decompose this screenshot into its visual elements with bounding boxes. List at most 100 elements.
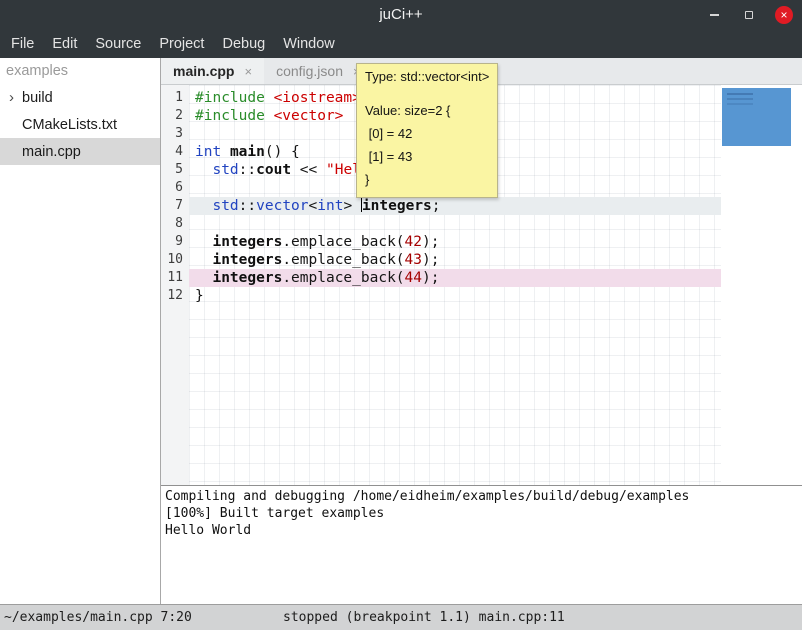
line-number-3[interactable]: 3 [161,125,189,143]
code-token [195,234,212,250]
sidebar: examples ›buildCMakeLists.txtmain.cpp [0,58,161,604]
minimize-button[interactable] [705,6,723,24]
line-number-11[interactable]: 11 [161,269,189,287]
code-token: .emplace_back( [282,270,404,286]
close-icon: × [780,9,787,21]
code-token: int [317,198,343,214]
code-token: integers [212,270,282,286]
code-token: :: [239,162,256,178]
line-number-2[interactable]: 2 [161,107,189,125]
tooltip-value-block: Value: size=2 { [0] = 42 [1] = 43 } [365,99,489,191]
terminal-line: [100%] Built target examples [165,505,798,522]
sidebar-item-main-cpp[interactable]: main.cpp [0,138,160,165]
code-token: < [309,198,318,214]
code-token [195,162,212,178]
line-number-5[interactable]: 5 [161,161,189,179]
code-token: ); [422,234,439,250]
code-token: > [343,198,360,214]
status-bar: ~/examples/main.cpp 7:20 stopped (breakp… [0,604,802,630]
code-line-12[interactable]: } [189,287,721,305]
sidebar-item-label: main.cpp [22,144,81,160]
line-number-6[interactable]: 6 [161,179,189,197]
code-token: ; [432,198,441,214]
terminal-line: Hello World [165,522,798,539]
code-token: 43 [405,252,422,268]
code-token: << [291,162,326,178]
code-token: ); [422,270,439,286]
code-token: std [212,198,238,214]
line-number-8[interactable]: 8 [161,215,189,233]
restore-icon [745,11,753,19]
sidebar-item-label: CMakeLists.txt [22,117,117,133]
tab-close-icon[interactable]: × [244,64,252,79]
main-area: main.cpp×config.json× 123456789101112 #i… [161,58,802,604]
code-line-8[interactable] [189,215,721,233]
code-line-10[interactable]: integers.emplace_back(43); [189,251,721,269]
code-token: .emplace_back( [282,252,404,268]
menu-file[interactable]: File [2,32,43,56]
code-token: ); [422,252,439,268]
window-title: juCi++ [0,0,802,30]
menu-bar: FileEditSourceProjectDebugWindow [0,30,802,58]
tab-label: config.json [276,63,343,79]
code-token: main [230,144,265,160]
terminal-line: Compiling and debugging /home/eidheim/ex… [165,488,798,505]
terminal-output[interactable]: Compiling and debugging /home/eidheim/ex… [161,485,802,604]
line-number-1[interactable]: 1 [161,89,189,107]
sidebar-item-build[interactable]: › build [0,84,160,111]
sidebar-item-label: build [22,90,53,106]
code-token: <iostream> [274,90,361,106]
code-token: () { [265,144,300,160]
menu-source[interactable]: Source [86,32,150,56]
tab-main-cpp[interactable]: main.cpp × [161,58,264,84]
chevron-right-icon[interactable]: › [6,89,17,106]
code-token: integers [212,252,282,268]
code-token: vector [256,198,308,214]
minimap[interactable] [722,88,791,146]
code-token [195,198,212,214]
line-number-10[interactable]: 10 [161,251,189,269]
code-line-9[interactable]: integers.emplace_back(42); [189,233,721,251]
menu-project[interactable]: Project [150,32,213,56]
code-token: #include [195,90,274,106]
app-window: juCi++ × FileEditSourceProjectDebugWindo… [0,0,802,630]
code-token: integers [212,234,282,250]
window-controls: × [705,0,793,30]
minimize-icon [710,14,719,16]
sidebar-item-cmakelists-txt[interactable]: CMakeLists.txt [0,111,160,138]
code-token [195,252,212,268]
code-token: integers [362,198,432,214]
close-button[interactable]: × [775,6,793,24]
code-line-11[interactable]: integers.emplace_back(44); [189,269,721,287]
code-token [195,270,212,286]
code-token [221,144,230,160]
status-debug-state: stopped (breakpoint 1.1) main.cpp:11 [283,610,565,625]
code-token: <vector> [274,108,344,124]
titlebar[interactable]: juCi++ × [0,0,802,30]
code-token: #include [195,108,274,124]
restore-button[interactable] [740,6,758,24]
menu-debug[interactable]: Debug [213,32,274,56]
code-line-7[interactable]: std::vector<int> integers; [189,197,721,215]
gutter: 123456789101112 [161,85,189,485]
code-token: .emplace_back( [282,234,404,250]
line-number-9[interactable]: 9 [161,233,189,251]
code-token: 42 [405,234,422,250]
code-token: int [195,144,221,160]
editor-right-margin [721,85,802,485]
code-token: } [195,288,204,304]
menu-edit[interactable]: Edit [43,32,86,56]
line-number-7[interactable]: 7 [161,197,189,215]
file-tree: › build CMakeLists.txt main.cpp [0,84,160,165]
debug-value-tooltip: Type: std::vector<int> Value: size=2 { [… [356,63,498,198]
code-token: 44 [405,270,422,286]
window-body: examples ›buildCMakeLists.txtmain.cpp ma… [0,58,802,604]
code-token: std [212,162,238,178]
line-number-12[interactable]: 12 [161,287,189,305]
code-token: cout [256,162,291,178]
status-file-position: ~/examples/main.cpp 7:20 [4,610,192,625]
tab-label: main.cpp [173,63,234,79]
menu-window[interactable]: Window [274,32,344,56]
line-number-4[interactable]: 4 [161,143,189,161]
tooltip-type-line: Type: std::vector<int> [365,68,489,85]
